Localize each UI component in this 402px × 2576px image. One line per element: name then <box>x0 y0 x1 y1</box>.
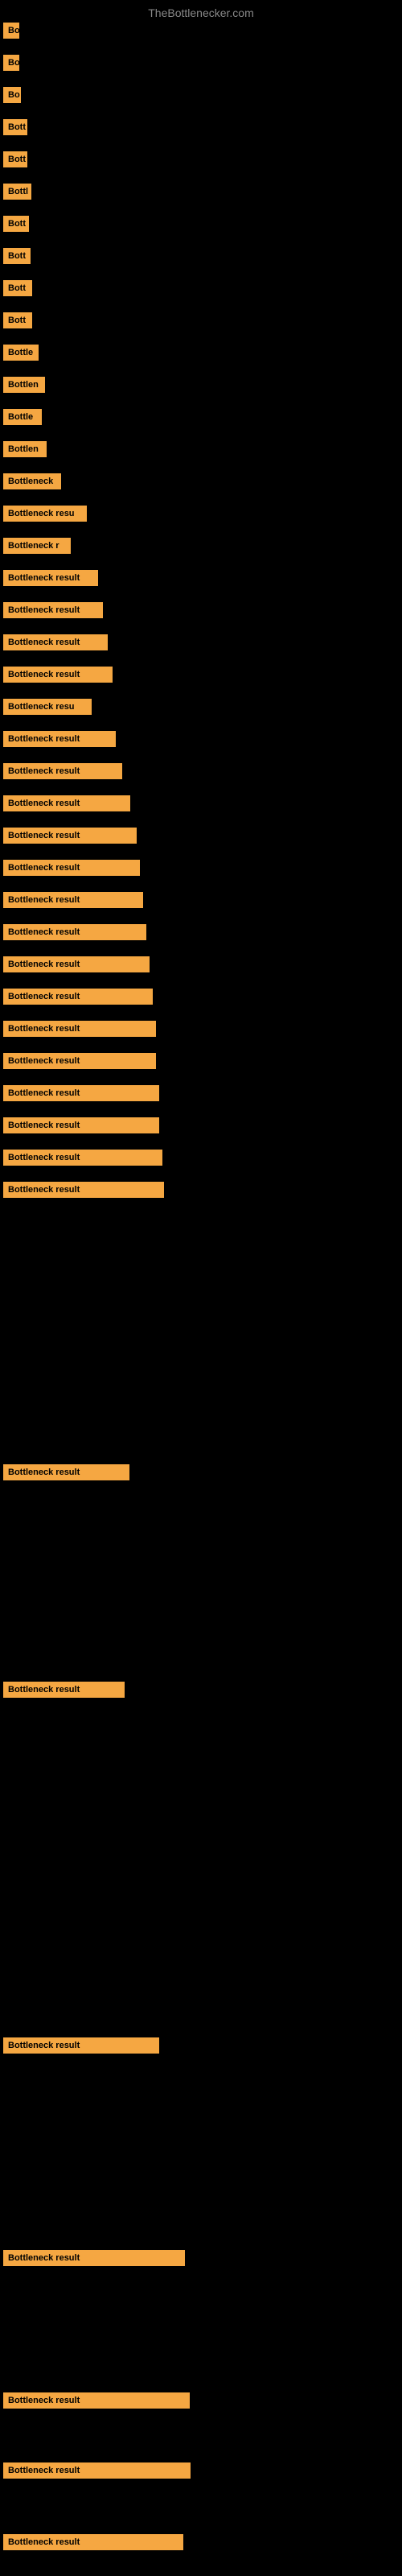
result-item: Bottleneck result <box>3 731 116 747</box>
result-item: Bo <box>3 23 19 39</box>
result-item: Bottleneck result <box>3 2462 191 2479</box>
result-item: Bottleneck result <box>3 924 146 940</box>
result-item: Bottleneck result <box>3 2392 190 2409</box>
result-item: Bottle <box>3 409 42 425</box>
result-item: Bottlen <box>3 441 47 457</box>
result-item: Bottlen <box>3 377 45 393</box>
result-item: Bottleneck result <box>3 860 140 876</box>
result-item: Bott <box>3 216 29 232</box>
result-item: Bottle <box>3 345 39 361</box>
result-item: Bo <box>3 55 19 71</box>
result-item: Bottl <box>3 184 31 200</box>
result-item: Bottleneck result <box>3 763 122 779</box>
result-item: Bottleneck result <box>3 667 113 683</box>
result-item: Bottleneck r <box>3 538 71 554</box>
site-title: TheBottlenecker.com <box>0 0 402 23</box>
result-item: Bottleneck result <box>3 828 137 844</box>
result-item: Bottleneck result <box>3 634 108 650</box>
result-item: Bottleneck result <box>3 1182 164 1198</box>
result-item: Bottleneck result <box>3 1117 159 1133</box>
result-item: Bottleneck result <box>3 989 153 1005</box>
result-item: Bottleneck result <box>3 1682 125 1698</box>
result-item: Bottleneck result <box>3 1464 129 1480</box>
result-item: Bott <box>3 248 31 264</box>
result-item: Bott <box>3 151 27 167</box>
result-item: Bo <box>3 87 21 103</box>
result-item: Bottleneck resu <box>3 506 87 522</box>
result-item: Bottleneck result <box>3 602 103 618</box>
result-item: Bottleneck result <box>3 892 143 908</box>
result-item: Bottleneck result <box>3 956 150 972</box>
result-item: Bottleneck result <box>3 570 98 586</box>
result-item: Bottleneck resu <box>3 699 92 715</box>
result-item: Bottleneck result <box>3 1021 156 1037</box>
result-item: Bott <box>3 312 32 328</box>
result-item: Bottleneck result <box>3 1053 156 1069</box>
result-item: Bott <box>3 119 27 135</box>
result-item: Bottleneck result <box>3 2250 185 2266</box>
result-item: Bott <box>3 280 32 296</box>
result-item: Bottleneck result <box>3 2037 159 2054</box>
result-item: Bottleneck <box>3 473 61 489</box>
result-item: Bottleneck result <box>3 1150 162 1166</box>
result-item: Bottleneck result <box>3 795 130 811</box>
result-item: Bottleneck result <box>3 1085 159 1101</box>
result-item: Bottleneck result <box>3 2534 183 2550</box>
